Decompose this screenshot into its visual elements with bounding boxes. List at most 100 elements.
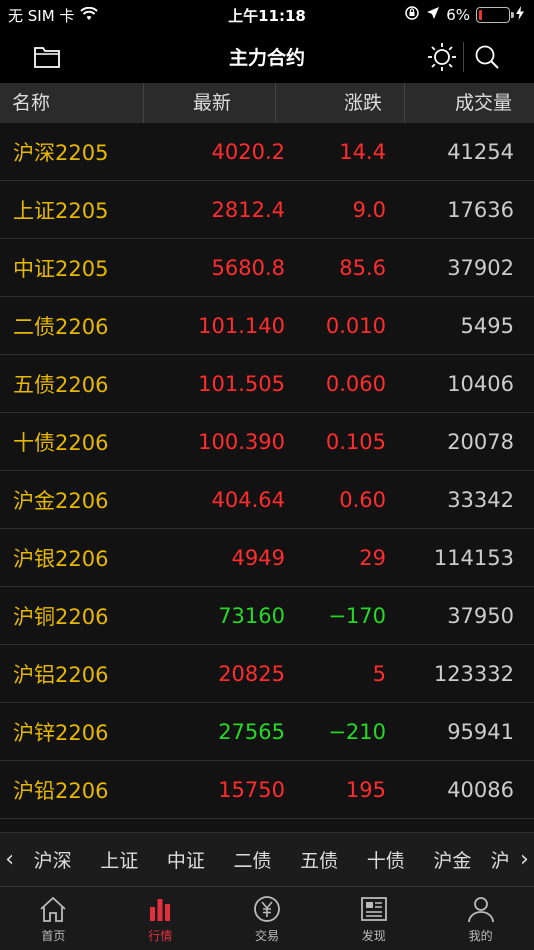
latest-price: 100.390 — [198, 429, 285, 454]
price-change: 85.6 — [339, 255, 386, 280]
price-change: −170 — [328, 603, 386, 628]
price-change: 14.4 — [339, 139, 386, 164]
contract-name: 十债2206 — [13, 430, 109, 455]
table-row[interactable]: 十债2206 100.390 0.105 20078 — [0, 413, 534, 471]
volume: 5495 — [460, 313, 514, 338]
column-header-name[interactable]: 名称 — [0, 83, 144, 123]
contract-name: 沪铜2206 — [13, 604, 109, 629]
price-change: 195 — [345, 777, 386, 802]
volume: 33342 — [447, 487, 514, 512]
table-row[interactable]: 沪金2206 404.64 0.60 33342 — [0, 471, 534, 529]
contract-name: 沪铝2206 — [13, 662, 109, 687]
volume: 17636 — [447, 197, 514, 222]
latest-price: 4020.2 — [211, 139, 285, 164]
price-change: 0.105 — [325, 429, 386, 454]
search-icon[interactable] — [470, 40, 504, 74]
latest-price: 101.505 — [198, 371, 285, 396]
volume: 114153 — [433, 545, 514, 570]
contract-name: 沪深2205 — [13, 140, 109, 165]
latest-price: 404.64 — [211, 487, 285, 512]
volume: 37902 — [447, 255, 514, 280]
chevron-left-icon[interactable]: ‹ — [0, 847, 19, 872]
contract-name: 五债2206 — [13, 372, 109, 397]
tab-trade[interactable]: 交易 — [214, 887, 321, 950]
table-row[interactable]: 中证2205 5680.8 85.6 37902 — [0, 239, 534, 297]
contract-name: 上证2205 — [13, 198, 109, 223]
volume: 10406 — [447, 371, 514, 396]
table-header: 名称 最新 涨跌 成交量 — [0, 83, 534, 123]
volume: 40086 — [447, 777, 514, 802]
latest-price: 73160 — [218, 603, 285, 628]
switcher-item[interactable]: 上证 — [86, 846, 153, 873]
contract-list: 沪深2205 4020.2 14.4 41254 上证2205 2812.4 9… — [0, 123, 534, 819]
latest-price: 101.140 — [198, 313, 285, 338]
latest-price: 20825 — [218, 661, 285, 686]
latest-price: 15750 — [218, 777, 285, 802]
status-bar: 无 SIM 卡 上午11:18 6% — [0, 0, 534, 30]
table-row[interactable]: 沪深2205 4020.2 14.4 41254 — [0, 123, 534, 181]
table-row[interactable]: 五债2206 101.505 0.060 10406 — [0, 355, 534, 413]
table-row[interactable]: 沪铝2206 20825 5 123332 — [0, 645, 534, 703]
tab-mine[interactable]: 我的 — [427, 887, 534, 950]
column-header-change[interactable]: 涨跌 — [276, 83, 405, 123]
volume: 123332 — [433, 661, 514, 686]
tab-discover[interactable]: 发现 — [320, 887, 427, 950]
tab-market[interactable]: 行情 — [107, 887, 214, 950]
volume: 95941 — [447, 719, 514, 744]
column-header-volume[interactable]: 成交量 — [405, 83, 534, 123]
brightness-icon[interactable] — [425, 40, 459, 74]
latest-price: 2812.4 — [211, 197, 285, 222]
tab-home[interactable]: 首页 — [0, 887, 107, 950]
charging-icon — [516, 6, 524, 24]
latest-price: 5680.8 — [211, 255, 285, 280]
home-icon — [40, 896, 66, 922]
price-change: −210 — [328, 719, 386, 744]
column-header-latest[interactable]: 最新 — [144, 83, 276, 123]
table-row[interactable]: 沪锌2206 27565 −210 95941 — [0, 703, 534, 761]
table-row[interactable]: 沪银2206 4949 29 114153 — [0, 529, 534, 587]
table-row[interactable]: 沪铜2206 73160 −170 37950 — [0, 587, 534, 645]
table-row[interactable]: 二债2206 101.140 0.010 5495 — [0, 297, 534, 355]
bottom-tab-bar: 首页 行情 交易 发现 我的 — [0, 886, 534, 950]
contract-name: 沪铅2206 — [13, 778, 109, 803]
price-change: 0.010 — [325, 313, 386, 338]
tab-label: 发现 — [361, 929, 386, 943]
switcher-item[interactable]: 中证 — [153, 846, 220, 873]
news-icon — [360, 897, 387, 921]
contract-name: 中证2205 — [13, 256, 109, 281]
contract-switcher: ‹ 沪深 上证 中证 二债 五债 十债 沪金 沪 › — [0, 832, 534, 886]
tab-label: 交易 — [254, 929, 279, 943]
table-row[interactable]: 上证2205 2812.4 9.0 17636 — [0, 181, 534, 239]
price-change: 29 — [359, 545, 386, 570]
contract-name: 沪银2206 — [13, 546, 109, 571]
switcher-item[interactable]: 沪金 — [419, 846, 486, 873]
price-change: 0.60 — [339, 487, 386, 512]
switcher-item[interactable]: 十债 — [352, 846, 419, 873]
nav-divider — [463, 42, 464, 72]
tab-label: 行情 — [148, 929, 173, 943]
price-change: 5 — [372, 661, 386, 686]
latest-price: 4949 — [231, 545, 285, 570]
volume: 41254 — [447, 139, 514, 164]
tab-label: 首页 — [41, 929, 66, 943]
contract-name: 沪锌2206 — [13, 720, 109, 745]
contract-name: 沪金2206 — [13, 488, 109, 513]
tab-label: 我的 — [468, 929, 493, 943]
switcher-item[interactable]: 沪深 — [19, 846, 86, 873]
contract-name: 二债2206 — [13, 314, 109, 339]
volume: 20078 — [447, 429, 514, 454]
price-change: 9.0 — [352, 197, 386, 222]
chevron-right-icon[interactable]: › — [515, 847, 534, 872]
yuan-icon — [254, 896, 280, 922]
switcher-item[interactable]: 沪 — [486, 846, 515, 873]
switcher-item[interactable]: 五债 — [286, 846, 353, 873]
market-bars-icon — [150, 899, 171, 921]
battery-percent: 6% — [446, 6, 470, 24]
orientation-lock-icon — [404, 5, 420, 25]
volume: 37950 — [447, 603, 514, 628]
nav-bar: 主力合约 — [0, 30, 534, 83]
battery-icon — [476, 7, 514, 23]
latest-price: 27565 — [218, 719, 285, 744]
switcher-item[interactable]: 二债 — [219, 846, 286, 873]
table-row[interactable]: 沪铅2206 15750 195 40086 — [0, 761, 534, 819]
